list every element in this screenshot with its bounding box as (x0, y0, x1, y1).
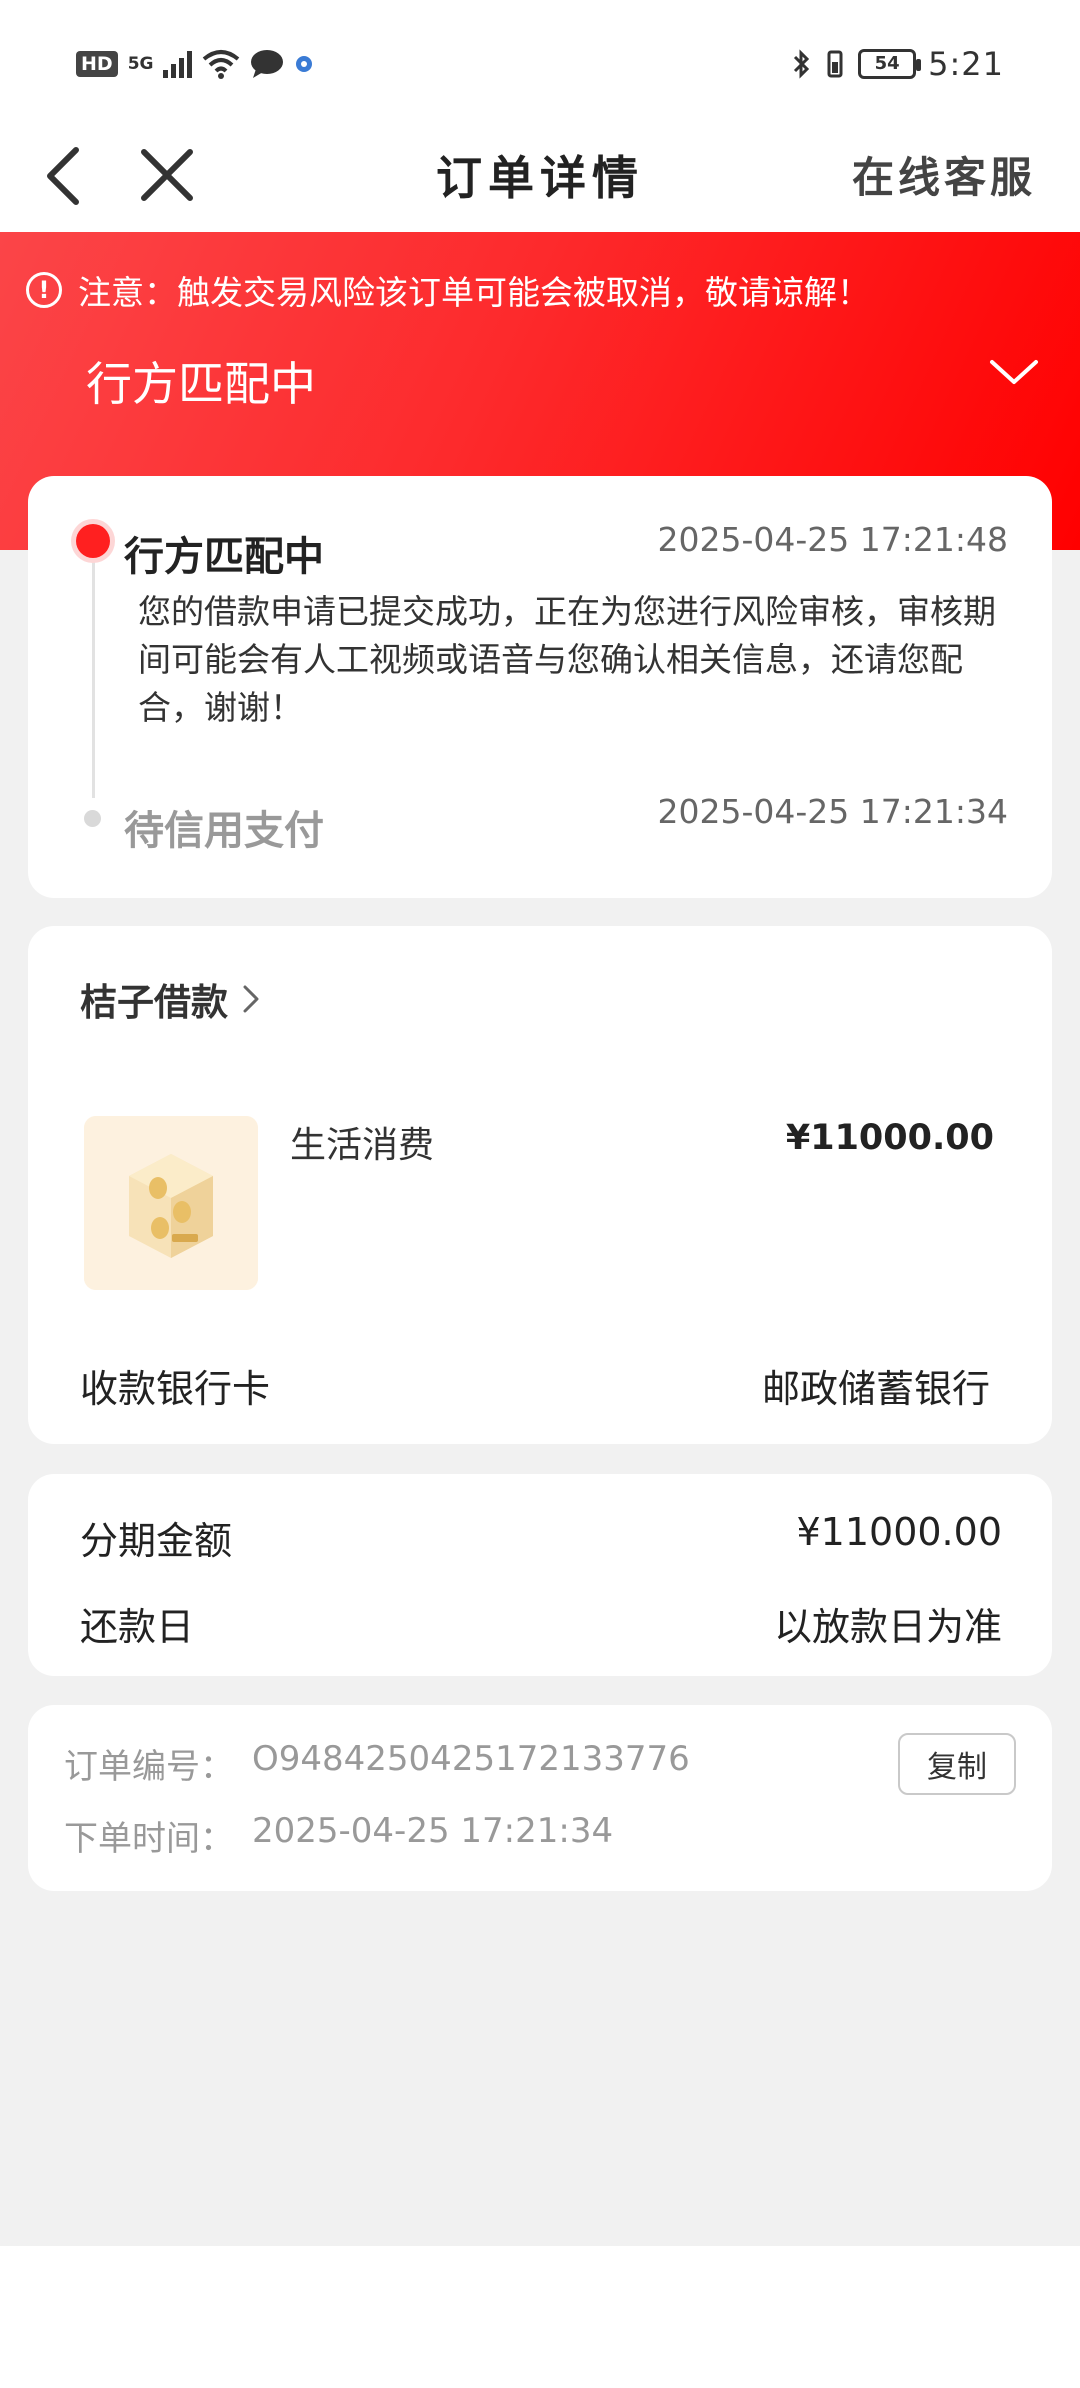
timeline-step-time: 2025-04-25 17:21:34 (657, 792, 1008, 831)
store-link[interactable]: 桔子借款 (80, 972, 262, 1026)
product-card: 桔子借款 生活消费 ¥11000.00 收款银行卡 邮政储蓄银行 (28, 926, 1052, 1444)
chevron-down-icon[interactable] (984, 352, 1044, 392)
order-number-row: 订单编号： O948425042517213377​6 (64, 1739, 690, 1788)
timeline-step-title: 行方匹配中 (124, 534, 324, 580)
installment-amount-value: ¥11000.00 (796, 1510, 1003, 1554)
timeline-step-description: 您的借款申请已提交成功，正在为您进行风险审核，审核期间可能会有人工视频或语音与您… (138, 592, 996, 727)
network-label: 5G (127, 54, 154, 74)
risk-notice: ! 注意：触发交易风险该订单可能会被取消，敬请谅解！ (26, 266, 870, 314)
order-time-label: 下单时间： (64, 1819, 234, 1859)
online-service-button[interactable]: 在线客服 (852, 144, 1036, 205)
bottom-area (0, 2246, 1080, 2388)
order-number-value: O948425042517213377​6 (252, 1739, 690, 1779)
installment-amount-label: 分期金额 (80, 1519, 233, 1563)
product-price: ¥11000.00 (785, 1118, 994, 1158)
status-bar: HD 5G 54 5:21 (0, 0, 1080, 120)
status-left: HD 5G (76, 46, 314, 82)
signal-icon (163, 50, 193, 78)
order-number-label: 订单编号： (64, 1747, 234, 1787)
timeline-dot-past (84, 810, 101, 827)
nav-bar: 订单详情 在线客服 (0, 120, 1080, 232)
timeline-dot-active (76, 524, 110, 558)
repayment-day-label: 还款日 (80, 1605, 195, 1649)
timeline-line (92, 548, 95, 798)
clock: 5:21 (928, 45, 1004, 83)
order-time-row: 下单时间： 2025-04-25 17:21:34 (64, 1811, 613, 1860)
vibrate-icon (827, 50, 843, 78)
bluetooth-icon (794, 49, 810, 79)
bank-card-value: 邮政储蓄银行 (761, 1367, 990, 1411)
message-icon (251, 50, 284, 78)
coin-box-icon (84, 1116, 258, 1290)
copy-button[interactable]: 复制 (898, 1733, 1016, 1795)
bank-card-label: 收款银行卡 (80, 1367, 271, 1411)
battery-icon: 54 (858, 49, 922, 79)
warning-icon: ! (26, 272, 62, 308)
timeline-step-title: 待信用支付 (124, 808, 324, 854)
product-image (84, 1116, 258, 1290)
order-status-title: 行方匹配中 (86, 357, 316, 411)
order-info-card: 订单编号： O948425042517213377​6 下单时间： 2025-0… (28, 1705, 1052, 1891)
hd-badge: HD (76, 51, 118, 77)
order-time-value: 2025-04-25 17:21:34 (252, 1811, 614, 1851)
repayment-day-value: 以放款日为准 (773, 1605, 1002, 1649)
status-right: 54 5:21 (792, 44, 1004, 84)
risk-notice-text: 注意：触发交易风险该订单可能会被取消，敬请谅解！ (78, 273, 870, 312)
product-name: 生活消费 (290, 1125, 435, 1166)
status-timeline-card: 行方匹配中 2025-04-25 17:21:48 您的借款申请已提交成功，正在… (28, 476, 1052, 898)
timeline-step-time: 2025-04-25 17:21:48 (657, 520, 1008, 559)
app-notification-icon (296, 56, 313, 72)
store-name: 桔子借款 (80, 981, 228, 1024)
wifi-icon (203, 50, 240, 79)
installment-card: 分期金额 ¥11000.00 还款日 以放款日为准 (28, 1474, 1052, 1676)
chevron-right-icon (243, 985, 259, 1013)
